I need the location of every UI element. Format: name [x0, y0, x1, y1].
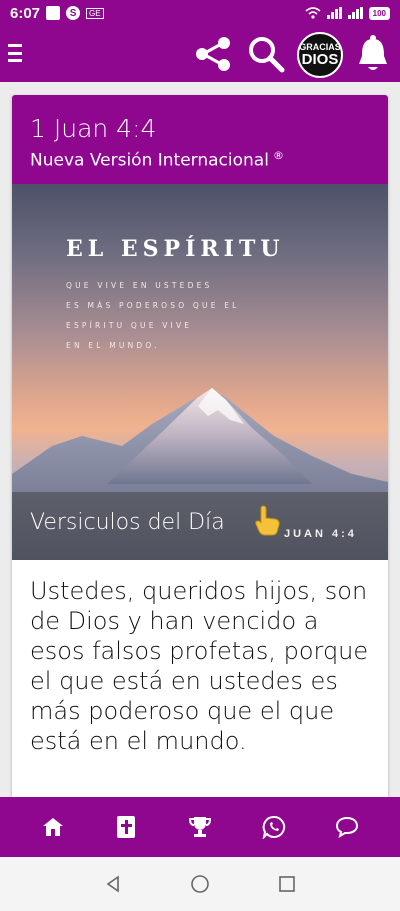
version-name: Nueva Versión Internacional: [30, 150, 269, 171]
verse-reference: 1 Juan 4:4: [30, 114, 157, 143]
overlay-label: Versiculos del Día: [30, 510, 225, 535]
verse-version: Nueva Versión Internacional ®: [30, 149, 370, 171]
pointing-hand-icon: [255, 505, 280, 536]
bell-icon[interactable]: [356, 34, 390, 74]
nav-bible[interactable]: [106, 807, 146, 847]
bible-icon: [117, 816, 136, 838]
home-circle-icon[interactable]: [190, 874, 210, 894]
search-icon[interactable]: [246, 34, 286, 74]
image-overlay: Versiculos del Día: [12, 492, 388, 560]
registered-mark: ®: [272, 149, 284, 162]
nav-whatsapp[interactable]: [254, 807, 294, 847]
verse-card: 1 Juan 4:4 Nueva Versión Internacional ® …: [12, 95, 388, 800]
app-status-icon: S: [66, 6, 81, 20]
share-icon[interactable]: [193, 36, 233, 72]
trophy-icon: [188, 817, 211, 837]
verse-text: Ustedes, queridos hijos, son de Dios y h…: [30, 577, 369, 755]
home-icon: [42, 818, 63, 836]
back-icon[interactable]: [104, 875, 122, 893]
recents-icon[interactable]: [278, 875, 296, 893]
whatsapp-icon: [262, 815, 285, 839]
verse-header: 1 Juan 4:4 Nueva Versión Internacional ®: [12, 95, 388, 184]
image-body-text: QUE VIVE EN USTEDES ES MÁS PODEROSO QUE …: [66, 281, 240, 350]
logo-line2: DIOS: [301, 51, 339, 68]
image-title: EL ESPÍRITU: [66, 236, 285, 262]
chat-icon: [336, 816, 359, 838]
wifi-icon: [305, 7, 321, 19]
gracias-dios-logo[interactable]: GRACIAS DIOS: [297, 32, 343, 78]
signal-icon: [326, 7, 342, 19]
verse-image[interactable]: EL ESPÍRITU QUE VIVE EN USTEDES ES MÁS P…: [12, 184, 388, 560]
battery-icon: 100: [368, 6, 390, 20]
nav-trophy[interactable]: [180, 807, 220, 847]
status-bar: 6:07 S GE 100: [0, 0, 400, 26]
nav-home[interactable]: [33, 807, 73, 847]
bottom-navigation: [0, 797, 400, 857]
image-reference: JUAN 4:4: [284, 528, 357, 540]
menu-icon[interactable]: [8, 44, 22, 62]
notification-icon: [46, 6, 61, 20]
app-bar: GRACIAS DIOS: [0, 26, 400, 82]
signal-icon-2: [347, 7, 363, 19]
system-navigation: [0, 857, 400, 911]
ge-status-icon: GE: [86, 7, 104, 19]
status-time: 6:07: [10, 4, 41, 22]
nav-chat[interactable]: [327, 807, 367, 847]
